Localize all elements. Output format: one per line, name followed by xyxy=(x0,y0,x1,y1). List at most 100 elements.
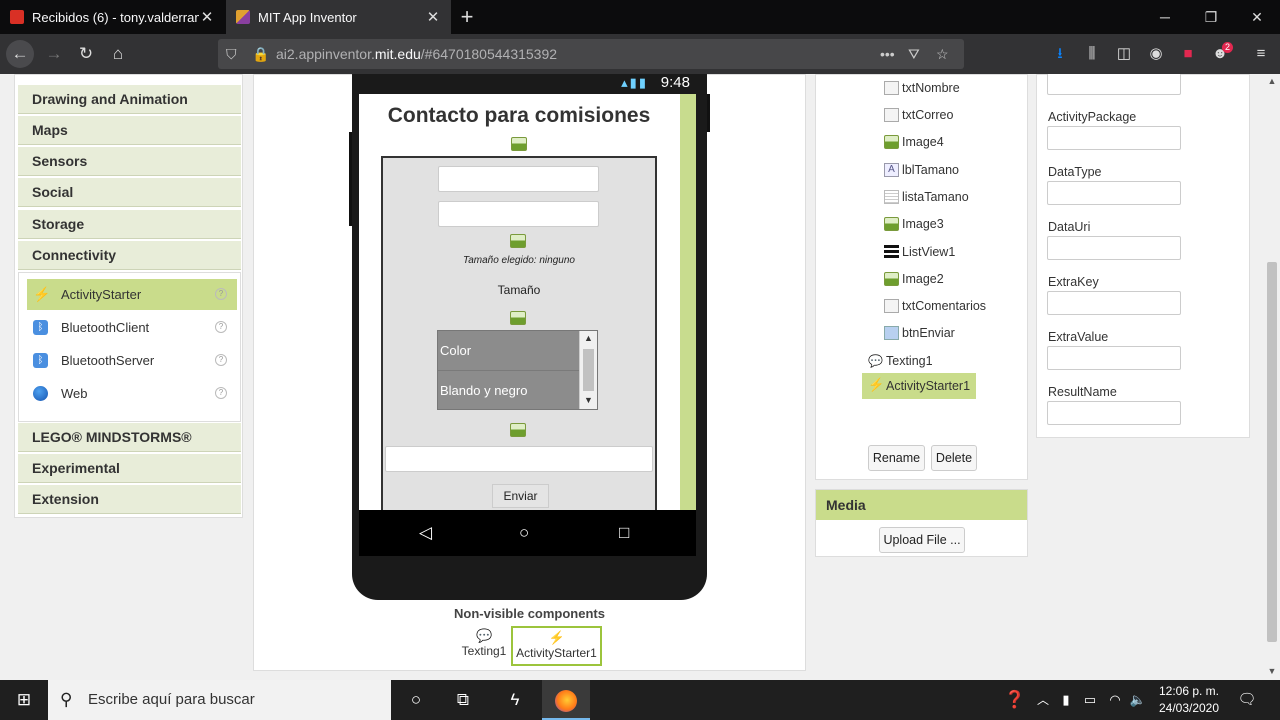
new-tab-button[interactable]: + xyxy=(456,4,478,30)
minimize-icon[interactable]: ─ xyxy=(1142,0,1188,34)
listatamano-label[interactable]: Tamaño xyxy=(383,283,655,297)
property-input[interactable] xyxy=(1047,74,1181,95)
battery-icon[interactable]: ▭ xyxy=(1079,680,1101,720)
page-scrollbar[interactable]: ▲ ▼ xyxy=(1264,74,1280,680)
library-icon[interactable]: ⫼ xyxy=(1079,40,1105,68)
screen-title[interactable]: Contacto para comisiones xyxy=(359,104,679,128)
palette-item-activitystarter[interactable]: ⚡ ActivityStarter ? xyxy=(27,279,237,310)
url-text[interactable]: ai2.appinventor.mit.edu/#647018054431539… xyxy=(276,39,557,69)
restore-icon[interactable]: ❐ xyxy=(1188,0,1234,34)
insecure-lock-icon[interactable]: 🔒 xyxy=(252,39,269,69)
tree-node-listatamano[interactable]: listaTamano xyxy=(884,186,969,208)
tree-node-image4[interactable]: Image4 xyxy=(884,131,944,153)
close-tab-icon[interactable]: ✕ xyxy=(425,8,441,26)
chevron-down-icon[interactable]: ▼ xyxy=(580,395,597,405)
palette-item-bluetoothclient[interactable]: ᛒ BluetoothClient ? xyxy=(27,312,237,343)
tree-node-txtcorreo[interactable]: txtCorreo xyxy=(884,104,953,126)
cortana-icon[interactable]: ○ xyxy=(396,680,436,720)
category-maps[interactable]: Maps xyxy=(18,116,241,145)
help-icon[interactable]: ? xyxy=(215,288,227,300)
tree-node-btnenviar[interactable]: btnEnviar xyxy=(884,322,955,344)
back-triangle-icon[interactable]: ◁ xyxy=(419,510,432,556)
category-connectivity[interactable]: Connectivity xyxy=(18,241,241,270)
category-experimental[interactable]: Experimental xyxy=(18,454,241,483)
delete-button[interactable]: Delete xyxy=(931,445,977,471)
category-storage[interactable]: Storage xyxy=(18,210,241,239)
list-item[interactable]: Color xyxy=(438,331,579,371)
listview1[interactable]: Color Blando y negro ▲ ▼ xyxy=(437,330,598,410)
taskbar-search[interactable]: ⚲ Escribe aquí para buscar xyxy=(48,680,391,720)
list-item[interactable]: Blando y negro xyxy=(438,371,579,411)
help-icon[interactable]: ? xyxy=(215,321,227,333)
forward-icon[interactable]: → xyxy=(40,40,68,68)
listview-scrollbar[interactable]: ▲ ▼ xyxy=(579,331,597,409)
tree-node-txtcomentarios[interactable]: txtComentarios xyxy=(884,295,986,317)
close-window-icon[interactable]: ✕ xyxy=(1234,0,1280,34)
volume-icon[interactable]: 🔈 xyxy=(1128,680,1148,720)
wifi-icon[interactable]: ◠ xyxy=(1104,680,1126,720)
help-icon[interactable]: ? xyxy=(215,354,227,366)
notifications-icon[interactable]: 🗨 xyxy=(1232,680,1262,720)
resultname-input[interactable] xyxy=(1047,401,1181,425)
palette-item-bluetoothserver[interactable]: ᛒ BluetoothServer ? xyxy=(27,345,237,376)
enviar-button[interactable]: Enviar xyxy=(492,484,549,508)
tab-app-inventor[interactable]: MIT App Inventor ✕ xyxy=(226,0,451,34)
task-view-icon[interactable]: ⧉ xyxy=(443,680,483,720)
pocket-icon[interactable]: ⛛ xyxy=(908,39,920,69)
datauri-input[interactable] xyxy=(1047,236,1181,260)
txtnombre-textbox[interactable] xyxy=(438,166,599,192)
category-extension[interactable]: Extension xyxy=(18,485,241,514)
extension-icon[interactable]: ☻ 2 xyxy=(1207,40,1233,68)
tree-node-txtnombre[interactable]: txtNombre xyxy=(884,77,960,99)
nonvisible-texting1[interactable]: 💬 Texting1 xyxy=(456,626,512,666)
chevron-up-icon[interactable]: ︿ xyxy=(1033,680,1053,720)
scrollbar-thumb[interactable] xyxy=(583,349,594,391)
rename-button[interactable]: Rename xyxy=(868,445,925,471)
sidebar-icon[interactable]: ◫ xyxy=(1111,40,1137,68)
scroll-up-icon[interactable]: ▲ xyxy=(1264,76,1280,86)
close-tab-icon[interactable]: ✕ xyxy=(199,8,215,26)
help-circle-icon[interactable]: ❓ xyxy=(1003,680,1027,720)
datatype-input[interactable] xyxy=(1047,181,1181,205)
app-shortcut-icon[interactable]: ϟ xyxy=(494,680,536,720)
page-actions-icon[interactable]: ••• xyxy=(880,39,895,69)
vertical-arrangement[interactable]: Tamaño elegido: ninguno Tamaño Color Bla… xyxy=(381,156,657,510)
tree-node-lbltamano[interactable]: AlblTamano xyxy=(884,159,959,181)
scroll-down-icon[interactable]: ▼ xyxy=(1264,666,1280,676)
help-icon[interactable]: ? xyxy=(215,387,227,399)
windows-start-icon[interactable]: ⊞ xyxy=(0,680,48,720)
nonvisible-activitystarter1[interactable]: ⚡ ActivityStarter1 xyxy=(511,626,602,666)
category-lego-mindstorms[interactable]: LEGO® MINDSTORMS® xyxy=(18,423,241,452)
url-bar[interactable]: ⛉ 🔒 ai2.appinventor.mit.edu/#64701805443… xyxy=(218,39,964,69)
downloads-icon[interactable]: ⭳ xyxy=(1047,40,1073,68)
account-icon[interactable]: ◉ xyxy=(1143,40,1169,68)
recents-square-icon[interactable]: □ xyxy=(619,510,629,556)
lastpass-icon[interactable]: ■ xyxy=(1175,40,1201,68)
image-icon[interactable] xyxy=(510,423,526,437)
extrakey-input[interactable] xyxy=(1047,291,1181,315)
taskbar-clock[interactable]: 12:06 p. m. 24/03/2020 xyxy=(1150,683,1228,717)
image-icon[interactable] xyxy=(510,234,526,248)
shield-icon[interactable]: ⛉ xyxy=(226,39,237,69)
tree-node-image2[interactable]: Image2 xyxy=(884,268,944,290)
home-circle-icon[interactable]: ○ xyxy=(519,510,529,556)
usb-icon[interactable]: ▮ xyxy=(1057,680,1075,720)
scrollbar-thumb[interactable] xyxy=(1267,262,1277,642)
tree-node-texting1[interactable]: 💬 Texting1 xyxy=(868,350,933,372)
extravalue-input[interactable] xyxy=(1047,346,1181,370)
tree-node-listview1[interactable]: ListView1 xyxy=(884,241,955,263)
image-icon[interactable] xyxy=(511,137,527,151)
category-social[interactable]: Social xyxy=(18,178,241,207)
chevron-up-icon[interactable]: ▲ xyxy=(580,333,597,343)
bookmark-star-icon[interactable]: ☆ xyxy=(936,39,949,69)
firefox-icon[interactable] xyxy=(542,680,590,720)
tree-node-activitystarter1[interactable]: ⚡ ActivityStarter1 xyxy=(862,373,977,399)
lbltamano-label[interactable]: Tamaño elegido: ninguno xyxy=(383,255,655,266)
activitypackage-input[interactable] xyxy=(1047,126,1181,150)
category-drawing-animation[interactable]: Drawing and Animation xyxy=(18,85,241,114)
category-sensors[interactable]: Sensors xyxy=(18,147,241,176)
upload-file-button[interactable]: Upload File ... xyxy=(879,527,965,553)
tab-gmail[interactable]: Recibidos (6) - tony.valderrama ✕ xyxy=(0,0,225,34)
tree-node-image3[interactable]: Image3 xyxy=(884,213,944,235)
back-icon[interactable]: ← xyxy=(6,40,34,68)
